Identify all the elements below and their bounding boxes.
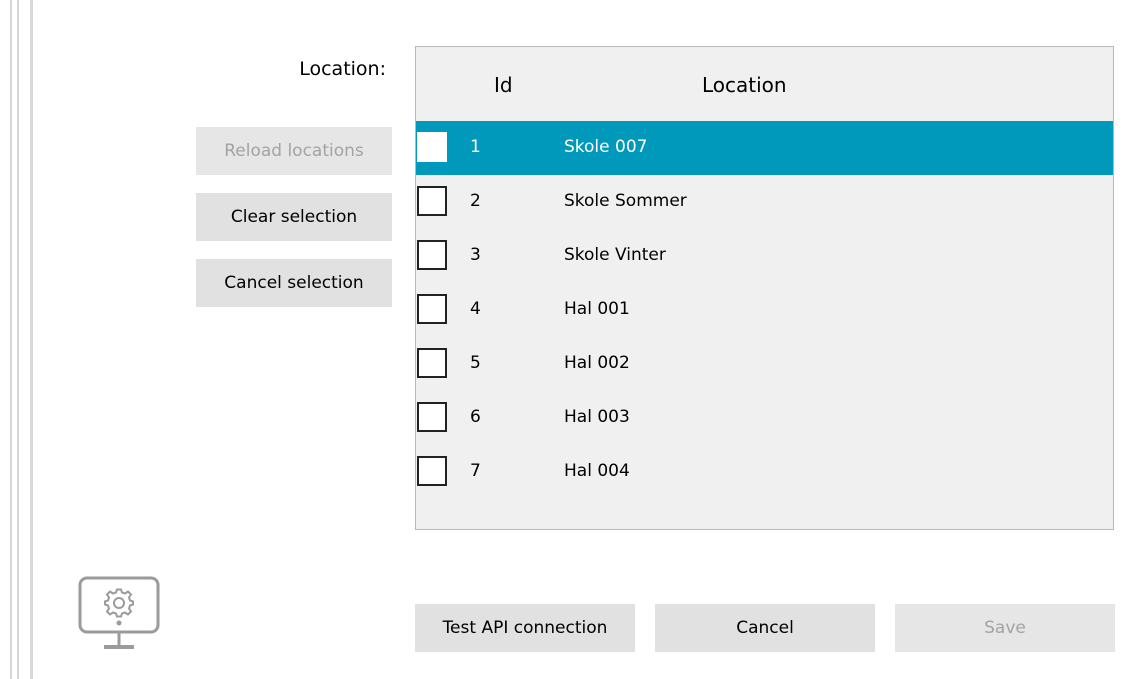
row-location: Hal 001 (564, 299, 630, 319)
row-location: Skole 007 (564, 137, 648, 157)
row-location: Skole Vinter (564, 245, 666, 265)
row-checkbox[interactable] (417, 132, 447, 162)
table-row[interactable]: 4 Hal 001 (416, 283, 1113, 337)
splitter-line (10, 0, 12, 679)
row-checkbox[interactable] (417, 186, 447, 216)
table-row[interactable]: 2 Skole Sommer (416, 175, 1113, 229)
cancel-button[interactable]: Cancel (655, 604, 875, 652)
reload-locations-button[interactable]: Reload locations (196, 127, 392, 175)
row-location: Hal 003 (564, 407, 630, 427)
row-location: Skole Sommer (564, 191, 687, 211)
table-row[interactable]: 3 Skole Vinter (416, 229, 1113, 283)
row-id: 1 (470, 137, 481, 157)
column-header-location[interactable]: Location (702, 73, 787, 97)
location-label: Location: (299, 58, 386, 80)
test-api-connection-button[interactable]: Test API connection (415, 604, 635, 652)
save-button[interactable]: Save (895, 604, 1115, 652)
locations-grid[interactable]: Id Location 1 Skole 007 2 Skole Sommer 3… (415, 46, 1114, 530)
grid-header: Id Location (416, 47, 1113, 121)
row-checkbox[interactable] (417, 402, 447, 432)
row-id: 3 (470, 245, 481, 265)
row-checkbox[interactable] (417, 240, 447, 270)
row-location: Hal 002 (564, 353, 630, 373)
splitter-line (30, 0, 33, 679)
monitor-gear-icon (78, 575, 160, 657)
row-id: 7 (470, 461, 481, 481)
row-checkbox[interactable] (417, 294, 447, 324)
splitter-line (17, 0, 19, 679)
row-id: 4 (470, 299, 481, 319)
clear-selection-button[interactable]: Clear selection (196, 193, 392, 241)
table-row[interactable]: 5 Hal 002 (416, 337, 1113, 391)
table-row[interactable]: 6 Hal 003 (416, 391, 1113, 445)
column-header-id[interactable]: Id (494, 73, 513, 97)
table-row[interactable]: 1 Skole 007 (416, 121, 1113, 175)
cancel-selection-button[interactable]: Cancel selection (196, 259, 392, 307)
row-id: 5 (470, 353, 481, 373)
row-checkbox[interactable] (417, 348, 447, 378)
row-id: 6 (470, 407, 481, 427)
table-row[interactable]: 7 Hal 004 (416, 445, 1113, 499)
row-checkbox[interactable] (417, 456, 447, 486)
row-id: 2 (470, 191, 481, 211)
row-location: Hal 004 (564, 461, 630, 481)
